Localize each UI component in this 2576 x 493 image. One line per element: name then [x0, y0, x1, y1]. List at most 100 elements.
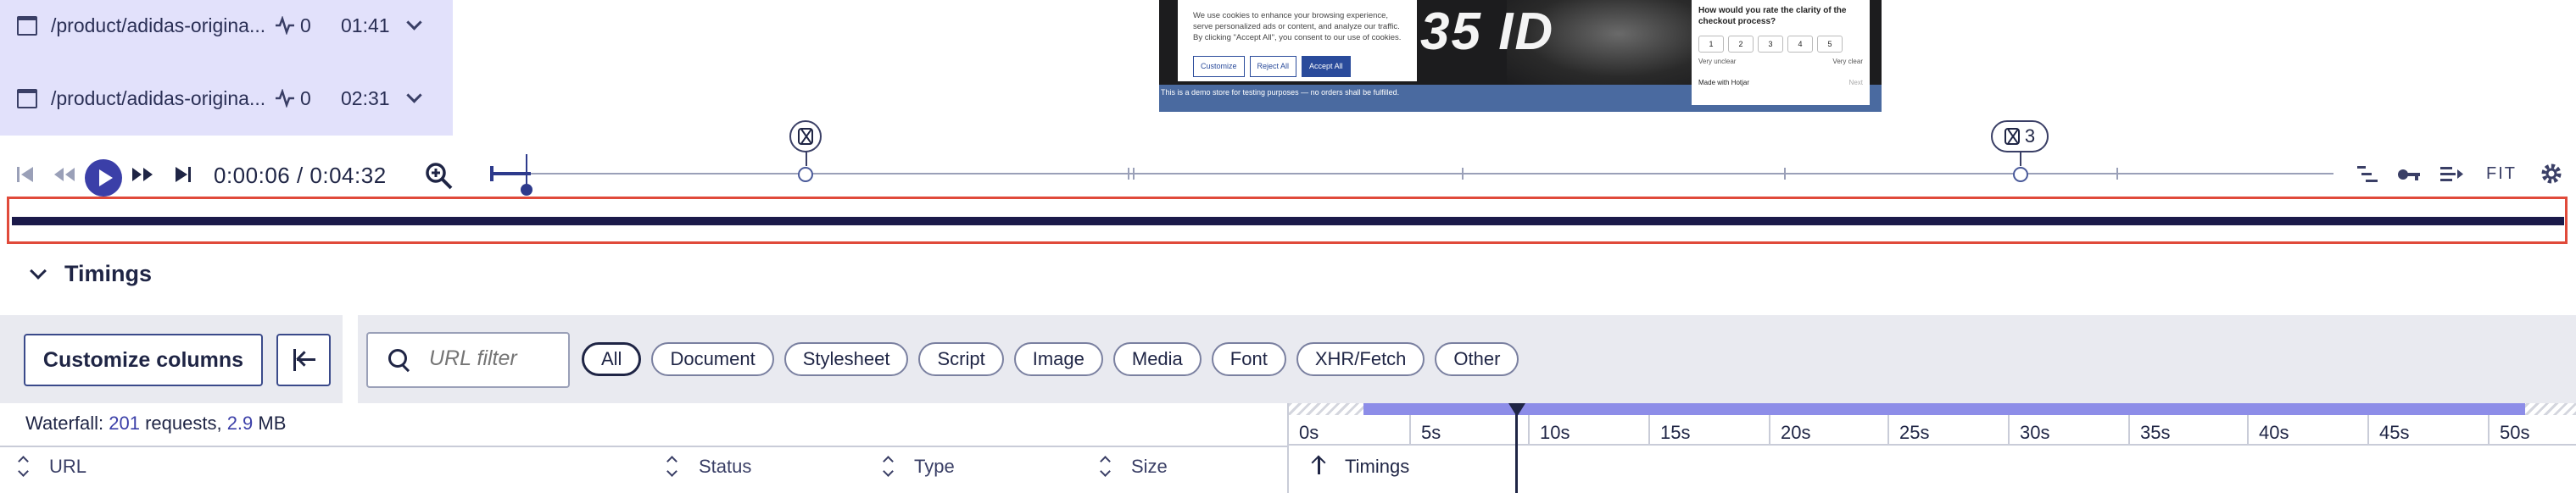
waterfall-visible-range[interactable]: [1363, 403, 2525, 415]
timeline-start-marker: [490, 166, 493, 181]
timeline-tick: [1128, 168, 1129, 180]
reject-all-button: Reject All: [1249, 56, 1297, 77]
sort-icon[interactable]: [884, 456, 892, 476]
url-filter-field[interactable]: [366, 332, 570, 388]
sort-icon[interactable]: [1101, 456, 1109, 476]
timeline-track[interactable]: [492, 173, 2333, 174]
badge-count: 3: [2024, 125, 2036, 147]
sort-ascending-icon[interactable]: [1318, 457, 1320, 474]
frustration-icon: [2004, 128, 2020, 145]
timeline-event-node[interactable]: [798, 167, 813, 182]
session-url: /product/adidas-origina...: [51, 14, 266, 36]
waterfall-summary: Waterfall: 201 requests, 2.9 MB: [25, 413, 286, 435]
badge-stem: [2020, 151, 2021, 166]
section-title[interactable]: Timings: [64, 261, 152, 287]
scale-high-label: Very clear: [1832, 58, 1863, 65]
scale-tick: [1528, 415, 1530, 446]
chevron-down-icon[interactable]: [30, 263, 47, 280]
sort-icon[interactable]: [19, 456, 27, 476]
skip-inactivity-icon[interactable]: [2439, 164, 2464, 185]
collapse-panel-button[interactable]: [276, 334, 331, 386]
window-icon: [17, 88, 37, 108]
rewind-icon[interactable]: [53, 164, 76, 185]
column-header-type[interactable]: Type: [914, 456, 955, 478]
survey-option: 4: [1787, 36, 1813, 53]
session-duration: 01:41: [341, 14, 390, 36]
request-count: 201: [109, 413, 140, 434]
customize-columns-button[interactable]: Customize columns: [24, 334, 263, 386]
preview-product-title: 35 ID: [1420, 3, 1555, 61]
column-header-size[interactable]: Size: [1131, 456, 1168, 478]
scale-tick: [1769, 415, 1770, 446]
column-header-url[interactable]: URL: [49, 456, 86, 478]
play-button[interactable]: [85, 159, 122, 197]
timeline-tick: [1784, 168, 1786, 180]
event-badge[interactable]: [789, 120, 822, 166]
zoom-in-icon[interactable]: [424, 161, 454, 191]
scale-label: 25s: [1899, 422, 1930, 443]
fast-forward-icon[interactable]: [131, 164, 154, 185]
scale-tick: [1409, 415, 1411, 446]
skip-start-icon[interactable]: [15, 164, 36, 185]
filter-chip-script[interactable]: Script: [918, 342, 1004, 376]
scale-tick: [1648, 415, 1650, 446]
total-size: 2.9: [226, 413, 254, 434]
collapse-icon: [293, 349, 296, 371]
filter-chip-all[interactable]: All: [582, 342, 642, 376]
session-list: /product/adidas-origina... 0 01:41 /prod…: [0, 0, 453, 136]
survey-option: 3: [1758, 36, 1783, 53]
column-header-timings[interactable]: Timings: [1345, 456, 1409, 478]
scale-label: 50s: [2500, 422, 2530, 443]
filter-chip-image[interactable]: Image: [1013, 342, 1103, 376]
column-header-status[interactable]: Status: [699, 456, 751, 478]
activity-count: 0: [300, 86, 311, 109]
timeline-event-node[interactable]: [2013, 167, 2028, 182]
gear-icon[interactable]: [2539, 161, 2564, 186]
cookie-banner: We use cookies to enhance your browsing …: [1178, 0, 1417, 81]
activity-indicator: 0: [275, 87, 311, 110]
survey-widget: How would you rate the clarity of the ch…: [1692, 0, 1870, 105]
chevron-down-icon[interactable]: [406, 87, 422, 103]
made-with-label: Made with Hotjar: [1698, 79, 1750, 86]
sort-icon[interactable]: [667, 456, 676, 476]
timeline-scrubber-line: [526, 154, 527, 185]
search-icon: [388, 349, 407, 368]
event-track-bar[interactable]: [12, 217, 2564, 225]
filter-chip-font[interactable]: Font: [1211, 342, 1286, 376]
skip-end-icon[interactable]: [173, 164, 193, 185]
frustration-icon: [798, 128, 813, 145]
fit-button[interactable]: FIT: [2486, 164, 2517, 184]
session-row[interactable]: /product/adidas-origina... 0 02:31: [0, 73, 453, 124]
survey-option: 1: [1698, 36, 1724, 53]
size-unit: MB: [258, 413, 287, 434]
table-header-divider: [0, 446, 1287, 447]
chevron-down-icon[interactable]: [406, 14, 422, 30]
playback-time: 0:00:06 / 0:04:32: [214, 163, 387, 188]
list-view-icon[interactable]: [2356, 164, 2379, 185]
url-filter-input[interactable]: [427, 346, 566, 372]
scale-label: 0s: [1299, 422, 1319, 443]
demo-banner: This is a demo store for testing purpose…: [1161, 88, 1400, 97]
filter-chip-media[interactable]: Media: [1112, 342, 1202, 376]
survey-question: How would you rate the clarity of the ch…: [1698, 6, 1847, 26]
waterfall-cursor-line: [1515, 412, 1518, 493]
scale-label: 35s: [2140, 422, 2171, 443]
survey-scale: 1 2 3 4 5: [1698, 36, 1863, 53]
collapse-icon-head: [296, 351, 312, 367]
badge-stem: [806, 151, 807, 166]
survey-option: 5: [1817, 36, 1843, 53]
customize-cookie-button: Customize: [1193, 56, 1245, 77]
scale-label: 5s: [1421, 422, 1441, 443]
activity-icon: [276, 16, 294, 35]
accept-all-button: Accept All: [1302, 56, 1351, 77]
filter-chip-xhr-fetch[interactable]: XHR/Fetch: [1296, 342, 1425, 376]
session-row[interactable]: /product/adidas-origina... 0 01:41: [0, 0, 453, 51]
filter-chip-stylesheet[interactable]: Stylesheet: [783, 342, 909, 376]
key-icon[interactable]: [2396, 164, 2422, 185]
event-badge[interactable]: 3: [1991, 120, 2049, 166]
filter-chip-document[interactable]: Document: [651, 342, 774, 376]
scale-tick: [2247, 415, 2249, 446]
timeline-scrubber-handle[interactable]: [521, 184, 532, 196]
toolbar-separator: [343, 315, 358, 403]
filter-chip-other[interactable]: Other: [1435, 342, 1519, 376]
